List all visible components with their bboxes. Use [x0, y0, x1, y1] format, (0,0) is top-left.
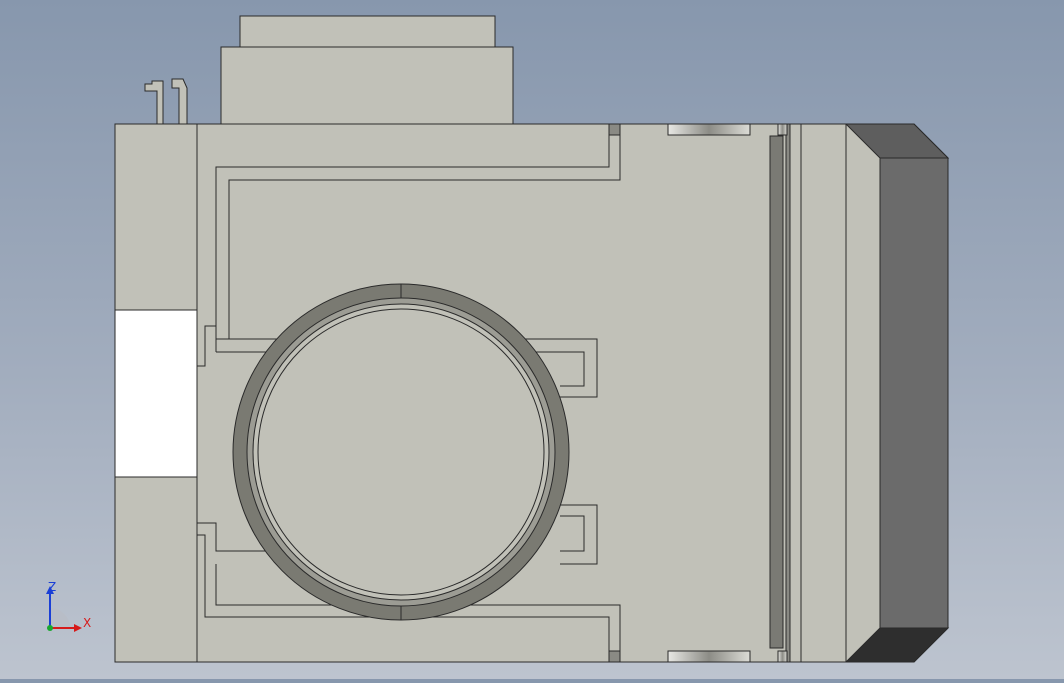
z-axis-label: Z: [48, 580, 56, 594]
roller-top: [667, 123, 751, 136]
left-strip-top: [114, 123, 198, 311]
tab-bottom: [608, 650, 621, 663]
pin-left: [144, 80, 164, 125]
axis-triad-graphic: Z X: [46, 580, 91, 632]
white-label-area: [114, 309, 198, 478]
triad-origin: [47, 625, 53, 631]
x-axis-arrow: [74, 624, 82, 632]
top-connector-lower: [220, 46, 514, 125]
top-connector-upper: [239, 15, 496, 48]
tab-top: [608, 123, 621, 136]
right-cap-dark: [879, 157, 949, 629]
part-drawing: [114, 15, 950, 663]
axis-triad: Z X: [40, 578, 100, 638]
cad-viewport[interactable]: [0, 0, 1064, 679]
pin-right: [171, 78, 188, 125]
roller-top-small: [777, 123, 788, 136]
window-face: [257, 308, 545, 596]
roller-bottom-small: [777, 650, 788, 663]
x-axis-label: X: [83, 616, 91, 630]
triad-quadrant: [50, 608, 70, 628]
roller-bottom: [667, 650, 751, 663]
seam-dark: [769, 135, 784, 649]
left-strip-bottom: [114, 476, 198, 663]
seam-line-1: [785, 123, 791, 663]
